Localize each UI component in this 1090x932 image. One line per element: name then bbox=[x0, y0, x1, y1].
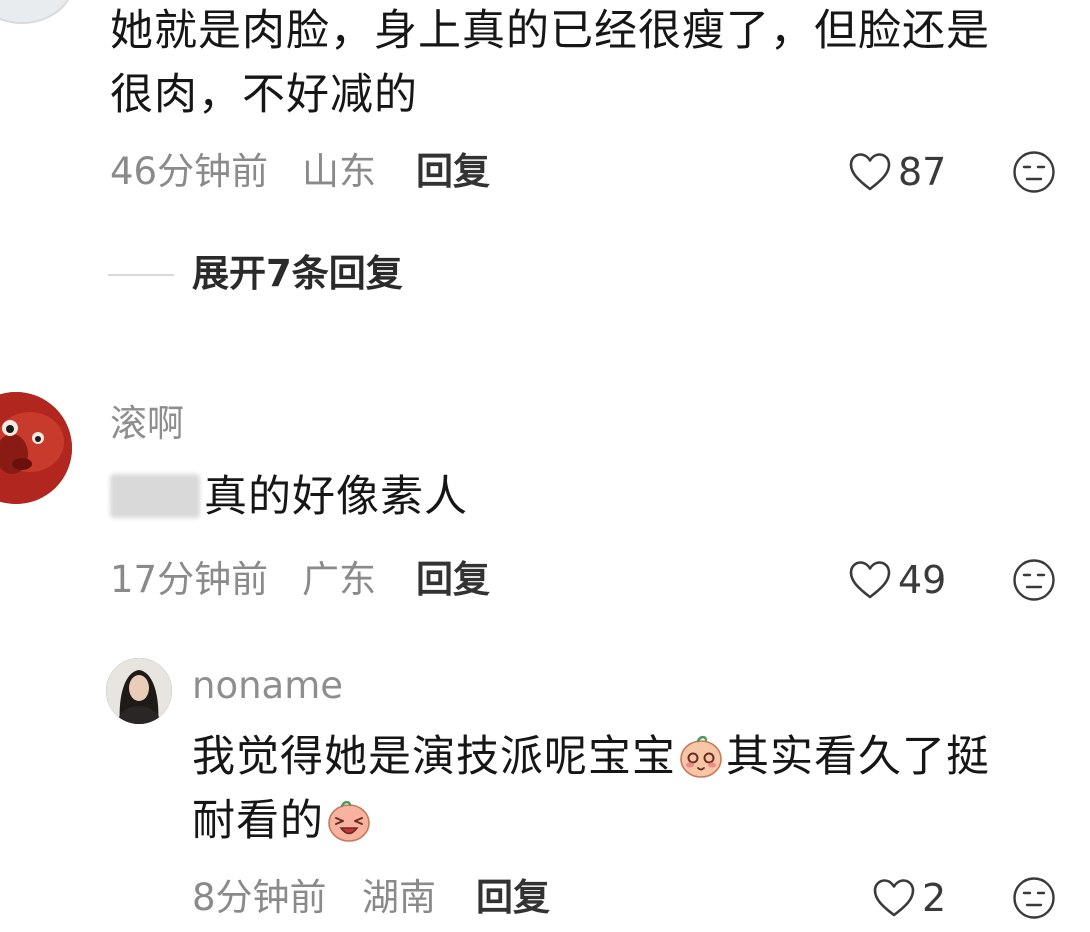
like-count: 87 bbox=[898, 150, 947, 194]
like-button[interactable]: 87 bbox=[848, 150, 946, 194]
comment-text-line: 她就是肉脸，身上真的已经很瘦了，但脸还是 bbox=[110, 6, 990, 56]
like-button[interactable]: 2 bbox=[872, 876, 946, 920]
expand-replies-button[interactable]: 展开7条回复 bbox=[192, 252, 403, 296]
avatar-image bbox=[106, 658, 172, 724]
comment-text-line: 耐看的 bbox=[192, 788, 374, 855]
avatar[interactable] bbox=[0, 392, 72, 504]
comment-location: 广东 bbox=[302, 558, 376, 601]
like-count: 2 bbox=[922, 876, 947, 920]
username[interactable]: noname bbox=[192, 664, 343, 708]
comment-text-line: 我觉得她是演技派呢宝宝 其实看久了挺 bbox=[192, 724, 990, 791]
reply-button[interactable]: 回复 bbox=[416, 558, 490, 602]
comment-time: 17分钟前 bbox=[110, 558, 269, 601]
comment-time: 8分钟前 bbox=[192, 876, 327, 919]
comment-text: 真的好像素人 bbox=[204, 472, 468, 522]
laugh-face-emoji bbox=[328, 800, 370, 842]
avatar[interactable] bbox=[106, 658, 172, 724]
like-button[interactable]: 49 bbox=[848, 558, 946, 602]
comment-text-part: 我觉得她是演技派呢宝宝 bbox=[192, 732, 676, 782]
comment-text-part: 耐看的 bbox=[192, 796, 324, 846]
comment-text-part: 其实看久了挺 bbox=[726, 732, 990, 782]
comment-location: 湖南 bbox=[362, 876, 436, 919]
username[interactable]: 滚啊 bbox=[110, 402, 184, 446]
comment-text-line: 很肉，不好减的 bbox=[110, 70, 418, 120]
heart-outline-icon bbox=[849, 561, 891, 599]
heart-outline-icon bbox=[873, 879, 915, 917]
blurred-mention bbox=[110, 474, 200, 518]
like-count: 49 bbox=[898, 558, 947, 602]
reply-button[interactable]: 回复 bbox=[476, 876, 550, 920]
neutral-face-icon[interactable] bbox=[1012, 876, 1056, 920]
reply-button[interactable]: 回复 bbox=[416, 150, 490, 194]
heart-outline-icon bbox=[849, 153, 891, 191]
neutral-face-icon[interactable] bbox=[1012, 558, 1056, 602]
shy-face-emoji bbox=[680, 735, 722, 778]
avatar-partial[interactable] bbox=[0, 0, 74, 24]
neutral-face-icon[interactable] bbox=[1012, 150, 1056, 194]
comment-time: 46分钟前 bbox=[110, 150, 269, 193]
expand-divider bbox=[108, 274, 174, 276]
comment-location: 山东 bbox=[302, 150, 376, 193]
avatar-image bbox=[0, 392, 72, 504]
